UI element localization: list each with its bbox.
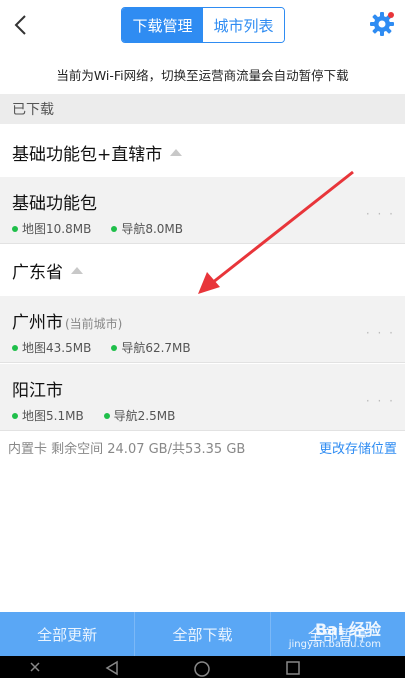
status-dot-icon — [12, 412, 18, 419]
gear-icon[interactable] — [369, 11, 395, 37]
top-bar: 下载管理 城市列表 — [0, 0, 405, 50]
item-name: 阳江市 — [12, 381, 63, 401]
status-dot-icon — [103, 412, 110, 419]
map-size: 地图10.8MB — [22, 222, 92, 236]
list-item[interactable]: 基础功能包 地图10.8MB 导航8.0MB · · · — [0, 177, 405, 244]
status-dot-icon — [12, 225, 18, 232]
tab-download-manage[interactable]: 下载管理 — [122, 8, 203, 42]
collapse-caret-icon — [71, 266, 83, 274]
watermark-brand: Bai 经验 — [314, 620, 381, 639]
list-item[interactable]: 广州市 (当前城市) 地图43.5MB 导航62.7MB · · · — [0, 296, 405, 363]
map-size: 地图43.5MB — [22, 341, 92, 355]
network-notice: 当前为Wi-Fi网络，切换至运营商流量会自动暂停下载 — [0, 54, 405, 94]
nav-back-icon[interactable] — [104, 660, 120, 676]
nav-size: 导航8.0MB — [121, 222, 183, 236]
group-title: 广东省 — [12, 262, 63, 283]
group-header-basic[interactable]: 基础功能包+直辖市 — [0, 129, 405, 175]
list-item[interactable]: 阳江市 地图5.1MB 导航2.5MB · · · — [0, 364, 405, 431]
group-title: 基础功能包+直辖市 — [12, 144, 163, 165]
item-subtitle: (当前城市) — [65, 317, 123, 331]
item-name: 基础功能包 — [12, 194, 97, 214]
change-storage-link[interactable]: 更改存储位置 — [319, 438, 397, 457]
downloaded-section-header: 已下载 — [0, 94, 405, 124]
status-dot-icon — [111, 344, 118, 351]
nav-recents-icon[interactable] — [285, 660, 301, 676]
nav-size: 导航2.5MB — [113, 409, 176, 423]
more-dots-icon[interactable]: · · · — [366, 326, 395, 340]
close-icon[interactable] — [28, 660, 42, 674]
status-dot-icon — [111, 225, 118, 232]
status-dot-icon — [12, 344, 18, 351]
storage-info: 内置卡 剩余空间 24.07 GB/共53.35 GB — [8, 441, 246, 457]
storage-row: 内置卡 剩余空间 24.07 GB/共53.35 GB 更改存储位置 — [0, 432, 405, 462]
map-size: 地图5.1MB — [22, 409, 84, 423]
download-all-button[interactable]: 全部下载 — [135, 612, 271, 656]
tab-city-list[interactable]: 城市列表 — [203, 8, 284, 42]
update-all-button[interactable]: 全部更新 — [0, 612, 136, 656]
nav-size: 导航62.7MB — [121, 341, 191, 355]
baidu-watermark: Bai 经验 jingyan.baidu.com — [289, 620, 381, 651]
screen: 下载管理 城市列表 当前为Wi-Fi网络，切换至运营商流量会自动暂停下载 已下载… — [0, 0, 405, 678]
group-header-guangdong[interactable]: 广东省 — [0, 247, 405, 293]
more-dots-icon[interactable]: · · · — [366, 394, 395, 408]
watermark-url: jingyan.baidu.com — [288, 639, 381, 651]
system-nav-bar — [0, 656, 405, 678]
chevron-left-icon[interactable] — [10, 12, 34, 38]
segmented-tabs: 下载管理 城市列表 — [121, 7, 285, 43]
item-name: 广州市 — [12, 313, 63, 333]
nav-home-icon[interactable] — [193, 660, 211, 678]
collapse-caret-icon — [170, 148, 183, 156]
more-dots-icon[interactable]: · · · — [366, 207, 395, 221]
